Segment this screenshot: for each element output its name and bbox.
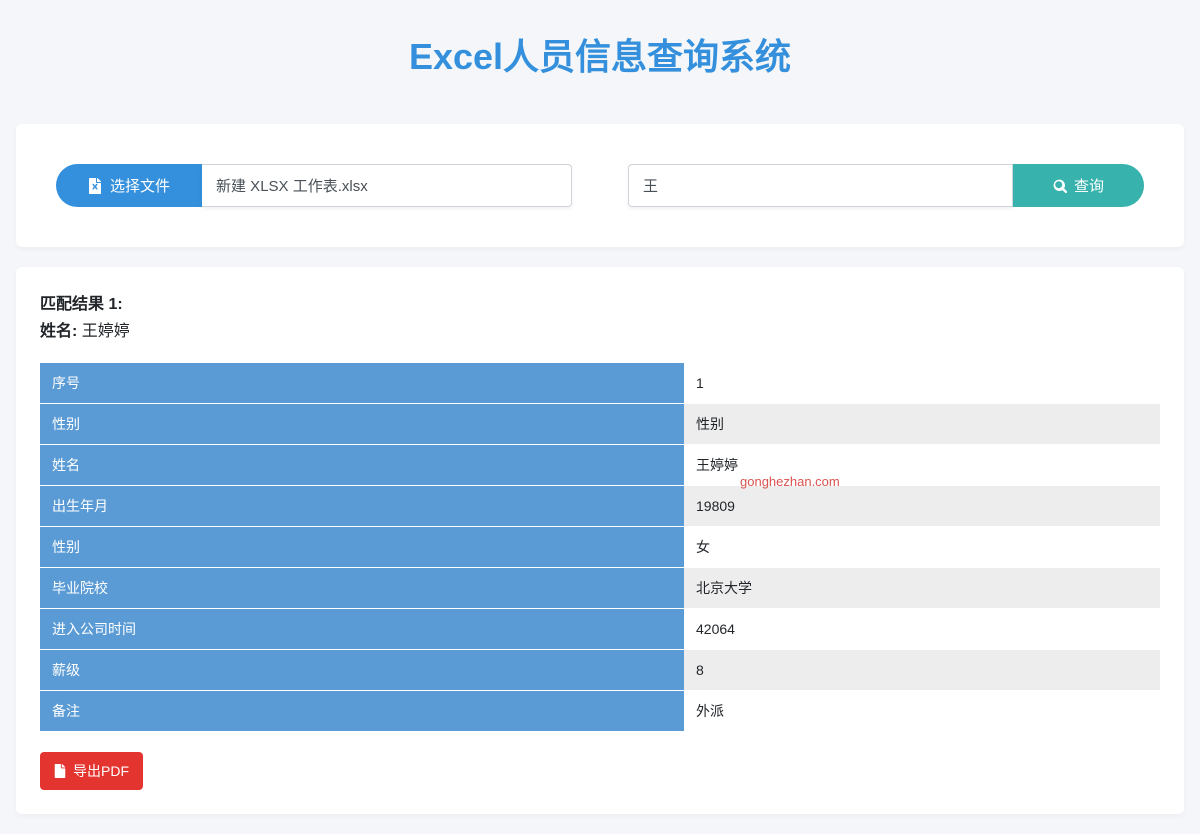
search-input[interactable] [628, 164, 1013, 207]
table-row: 进入公司时间42064 [40, 609, 1160, 650]
search-icon [1053, 179, 1067, 193]
field-value: 北京大学 [684, 568, 1160, 609]
results-card: 匹配结果 1: 姓名: 王婷婷 序号1性别性别姓名王婷婷出生年月19809性别女… [16, 267, 1184, 814]
page-title: Excel人员信息查询系统 [0, 0, 1200, 124]
field-value: 19809 [684, 486, 1160, 527]
table-row: 性别女 [40, 527, 1160, 568]
field-value: 8 [684, 650, 1160, 691]
table-row: 序号1 [40, 363, 1160, 404]
field-label: 薪级 [40, 650, 684, 691]
export-pdf-button[interactable]: 导出PDF [40, 752, 143, 790]
table-row: 姓名王婷婷 [40, 445, 1160, 486]
field-label: 性别 [40, 404, 684, 445]
table-row: 毕业院校北京大学 [40, 568, 1160, 609]
search-group: 查询 [628, 164, 1144, 207]
field-label: 出生年月 [40, 486, 684, 527]
file-pdf-icon [54, 764, 66, 778]
field-label: 姓名 [40, 445, 684, 486]
search-button-label: 查询 [1074, 175, 1104, 196]
table-row: 性别性别 [40, 404, 1160, 445]
file-name-input[interactable] [202, 164, 572, 207]
search-button[interactable]: 查询 [1013, 164, 1144, 207]
field-value: 外派 [684, 691, 1160, 732]
file-group: 选择文件 [56, 164, 572, 207]
file-excel-icon [88, 178, 102, 194]
toolbar-card: 选择文件 查询 [16, 124, 1184, 247]
field-value: 王婷婷 [684, 445, 1160, 486]
field-value: 42064 [684, 609, 1160, 650]
match-header: 匹配结果 1: 姓名: 王婷婷 [40, 291, 1160, 345]
export-pdf-label: 导出PDF [73, 761, 129, 781]
choose-file-label: 选择文件 [110, 175, 170, 196]
match-result-label: 匹配结果 1: [40, 296, 123, 313]
field-value: 性别 [684, 404, 1160, 445]
table-row: 薪级8 [40, 650, 1160, 691]
name-label: 姓名: [40, 323, 77, 340]
field-value: 女 [684, 527, 1160, 568]
field-label: 性别 [40, 527, 684, 568]
choose-file-button[interactable]: 选择文件 [56, 164, 202, 207]
name-value: 王婷婷 [82, 323, 130, 340]
table-row: 备注外派 [40, 691, 1160, 732]
field-label: 毕业院校 [40, 568, 684, 609]
field-label: 备注 [40, 691, 684, 732]
table-row: 出生年月19809 [40, 486, 1160, 527]
field-label: 进入公司时间 [40, 609, 684, 650]
field-value: 1 [684, 363, 1160, 404]
result-table: 序号1性别性别姓名王婷婷出生年月19809性别女毕业院校北京大学进入公司时间42… [40, 363, 1160, 732]
field-label: 序号 [40, 363, 684, 404]
